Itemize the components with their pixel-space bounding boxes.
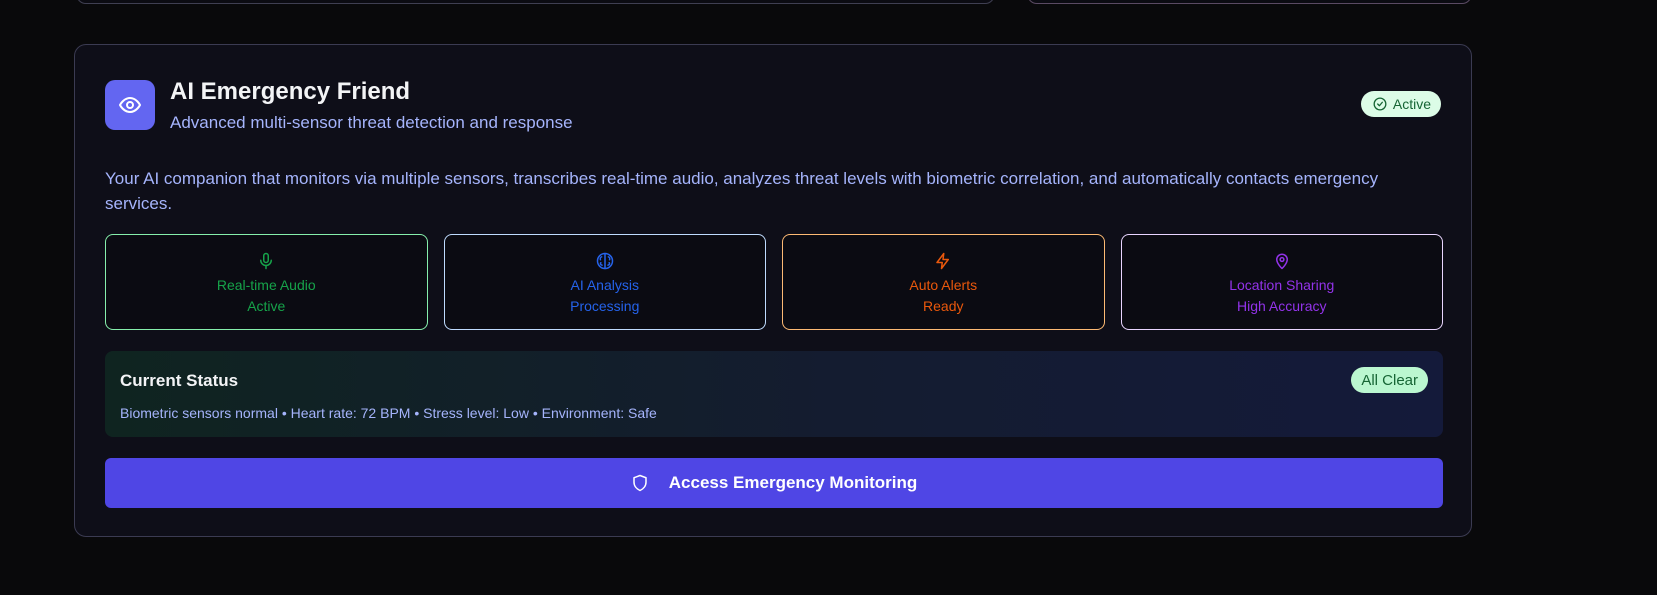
active-badge: Active [1360, 91, 1441, 117]
ai-emergency-friend-card: AI Emergency Friend Advanced multi-senso… [74, 44, 1472, 537]
feature-status: High Accuracy [1237, 298, 1327, 314]
card-description: Your AI companion that monitors via mult… [105, 169, 1379, 213]
check-circle-icon [1373, 97, 1387, 111]
feature-status: Active [247, 298, 286, 314]
feature-status: Processing [570, 298, 640, 314]
status-badge: All Clear [1351, 367, 1428, 393]
status-details: Biometric sensors normal • Heart rate: 7… [120, 405, 657, 421]
previous-card-right [1027, 0, 1472, 4]
microphone-icon [257, 249, 275, 273]
card-subtitle: Advanced multi-sensor threat detection a… [170, 113, 573, 132]
card-title: AI Emergency Friend [170, 78, 411, 105]
feature-real-time-audio: Real-time Audio Active [105, 234, 428, 330]
access-emergency-monitoring-button[interactable]: Access Emergency Monitoring [105, 458, 1443, 508]
eye-icon [105, 80, 155, 130]
feature-name: AI Analysis [570, 277, 639, 293]
feature-ai-analysis: AI Analysis Processing [443, 234, 766, 330]
status-title: Current Status [120, 371, 239, 390]
active-badge-label: Active [1392, 96, 1431, 112]
feature-auto-alerts: Auto Alerts Ready [782, 234, 1105, 330]
current-status-panel: Current Status All Clear Biometric senso… [105, 351, 1443, 437]
feature-name: Real-time Audio [216, 277, 316, 293]
next-section-heading-cropped [96, 575, 326, 595]
brain-icon [595, 249, 615, 273]
feature-grid: Real-time Audio Active AI Analysis Proce… [105, 234, 1443, 330]
feature-name: Auto Alerts [909, 277, 978, 293]
cta-label: Access Emergency Monitoring [668, 473, 918, 492]
shield-icon [633, 474, 647, 492]
lightning-icon [934, 249, 952, 273]
map-pin-icon [1273, 249, 1291, 273]
previous-card-left [76, 0, 995, 4]
feature-name: Location Sharing [1229, 277, 1335, 293]
feature-location-sharing: Location Sharing High Accuracy [1120, 234, 1443, 330]
feature-status: Ready [923, 298, 964, 314]
